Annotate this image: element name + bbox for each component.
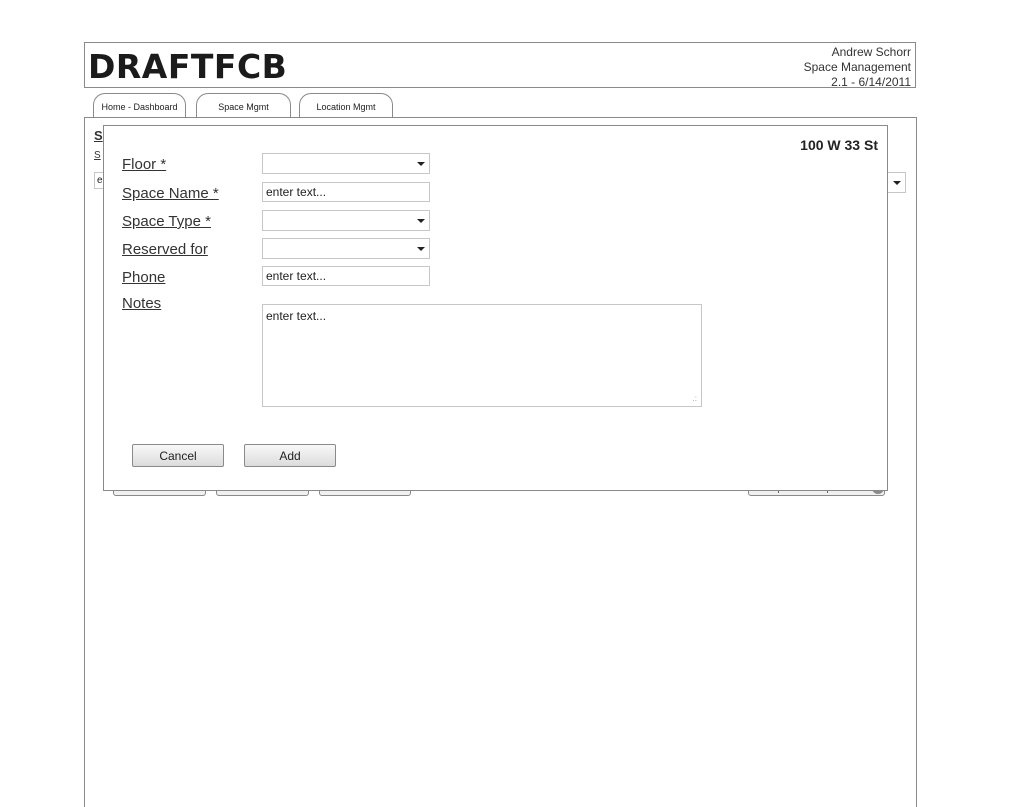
- floor-label: Floor *: [122, 156, 167, 173]
- section-link[interactable]: S: [94, 150, 101, 161]
- resize-grip-icon[interactable]: .:: [693, 395, 697, 403]
- header-info: Andrew Schorr Space Management 2.1 - 6/1…: [804, 45, 911, 90]
- add-space-dialog: 100 W 33 St Floor * Space Name * enter t…: [103, 125, 888, 491]
- app-version: 2.1 - 6/14/2011: [831, 75, 911, 89]
- user-name: Andrew Schorr: [831, 45, 911, 59]
- tab-home-dashboard[interactable]: Home - Dashboard: [93, 93, 186, 118]
- reserved-for-select[interactable]: [262, 238, 430, 259]
- chevron-down-icon: [417, 219, 425, 223]
- space-name-input[interactable]: enter text...: [262, 182, 430, 202]
- chevron-down-icon: [893, 181, 901, 185]
- chevron-down-icon: [417, 247, 425, 251]
- background-dropdown[interactable]: [888, 172, 906, 193]
- section-heading: S: [94, 128, 103, 143]
- app-name: Space Management: [803, 60, 911, 74]
- notes-label: Notes: [122, 295, 162, 312]
- background-input[interactable]: e: [94, 172, 103, 189]
- space-name-label: Space Name *: [122, 185, 219, 202]
- brand-logo: DRAFTFCB: [88, 47, 288, 86]
- reserved-for-label: Reserved for: [122, 241, 208, 258]
- location-title: 100 W 33 St: [800, 137, 878, 153]
- notes-placeholder: enter text...: [266, 309, 327, 323]
- phone-label: Phone: [122, 269, 166, 286]
- background-input-value: e: [97, 175, 103, 186]
- tab-label: Location Mgmt: [316, 102, 376, 112]
- notes-textarea[interactable]: enter text... .:: [262, 304, 702, 407]
- add-button[interactable]: Add: [244, 444, 336, 467]
- space-type-select[interactable]: [262, 210, 430, 231]
- floor-select[interactable]: [262, 153, 430, 174]
- tab-space-mgmt[interactable]: Space Mgmt: [196, 93, 291, 118]
- tab-label: Space Mgmt: [218, 102, 269, 112]
- chevron-down-icon: [417, 162, 425, 166]
- space-type-label: Space Type *: [122, 213, 211, 230]
- tab-location-mgmt[interactable]: Location Mgmt: [299, 93, 393, 118]
- app-header: DRAFTFCB Andrew Schorr Space Management …: [84, 42, 916, 90]
- cancel-button[interactable]: Cancel: [132, 444, 224, 467]
- phone-input[interactable]: enter text...: [262, 266, 430, 286]
- tab-label: Home - Dashboard: [101, 102, 178, 112]
